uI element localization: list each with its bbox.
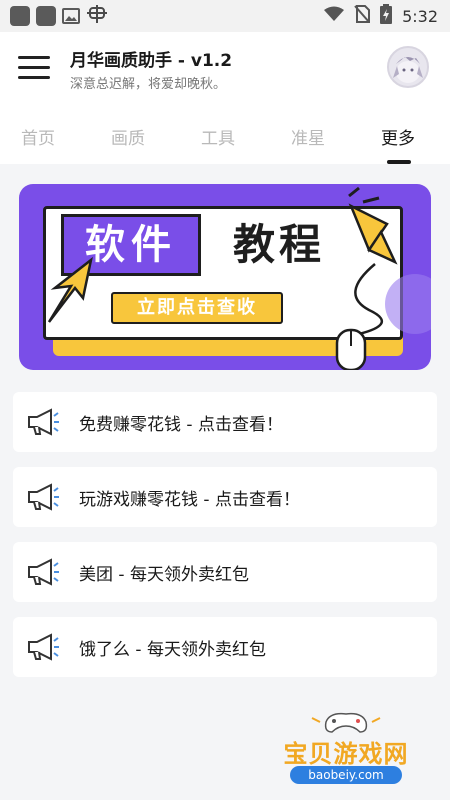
list-item-label: 美团 - 每天领外卖红包 [79,564,249,585]
active-tab-indicator [387,160,411,164]
app-title: 月华画质助手 - v1.2 [70,51,233,71]
list-item[interactable]: 饿了么 - 每天领外卖红包 [13,617,437,677]
list-item[interactable]: 美团 - 每天领外卖红包 [13,542,437,602]
list-item-label: 免费赚零花钱 - 点击查看！ [79,414,283,435]
list-item[interactable]: 玩游戏赚零花钱 - 点击查看！ [13,467,437,527]
cursor-arrow-icon [47,256,93,323]
megaphone-icon [28,408,59,436]
user-avatar[interactable] [387,46,429,88]
watermark-url: baobeiy.com [290,766,402,784]
app-square-icon [36,6,56,26]
list-item[interactable]: 免费赚零花钱 - 点击查看！ [13,392,437,452]
battery-icon [380,4,393,28]
megaphone-icon [28,633,59,661]
app-subtitle: 深意总迟解，将爱却晚秋。 [70,77,227,92]
status-bar: 5:32 [0,0,450,32]
tab-quality[interactable]: 画质 [98,124,158,149]
banner-decoration [47,186,431,370]
app-square-icon [10,6,30,26]
status-time: 5:32 [402,6,438,26]
no-sim-icon [354,5,371,27]
computer-mouse-icon [335,328,367,370]
watermark-logo: 宝贝游戏网 baobeiy.com [268,708,424,790]
tab-crosshair[interactable]: 准星 [278,124,338,149]
image-icon [62,8,80,24]
app-header: 月华画质助手 - v1.2 深意总迟解，将爱却晚秋。 首页 画质 工具 准星 更… [0,32,450,164]
hamburger-menu-icon[interactable] [18,54,50,80]
tab-tools[interactable]: 工具 [188,124,248,149]
watermark-text: 宝贝游戏网 [283,740,409,768]
list-item-label: 玩游戏赚零花钱 - 点击查看！ [79,489,300,510]
wifi-icon [324,6,345,26]
tab-more[interactable]: 更多 [368,124,428,149]
megaphone-icon [28,558,59,586]
tutorial-banner[interactable]: 软件 教程 立即点击查收 [19,184,431,370]
bug-icon [86,4,108,28]
megaphone-icon [28,483,59,511]
tab-bar: 首页 画质 工具 准星 更多 [0,120,450,164]
list-item-label: 饿了么 - 每天领外卖红包 [79,639,266,660]
tab-home[interactable]: 首页 [8,124,68,149]
